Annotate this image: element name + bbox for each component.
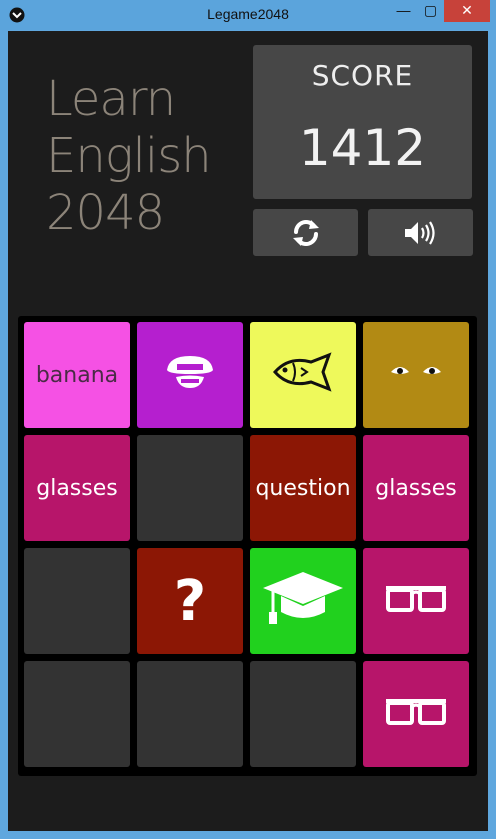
empty-cell [24,661,130,767]
tile: banana [24,322,130,428]
tile [250,548,356,654]
tile: ? [137,548,243,654]
maximize-button[interactable]: ▢ [417,0,444,22]
game-logo: Learn English 2048 [46,71,246,242]
score-value: 1412 [298,119,427,177]
tile [363,661,469,767]
game-area: Learn English 2048 SCORE 1412 banana gla… [8,31,488,831]
tile: glasses [363,435,469,541]
tile-word: question [255,475,351,501]
logo-line-2: English [46,128,212,184]
question-mark-icon: ? [173,568,207,634]
tile: glasses [24,435,130,541]
graduation-cap-icon [261,566,345,636]
mouth-icon [163,350,217,400]
restart-button[interactable] [253,209,358,256]
app-window: Legame2048 — ▢ ✕ Learn English 2048 SCOR… [0,0,496,839]
minimize-button[interactable]: — [390,0,417,22]
glasses-icon [383,691,449,737]
speaker-icon [404,220,435,245]
sound-button[interactable] [368,209,473,256]
title-bar[interactable]: Legame2048 — ▢ ✕ [0,0,496,30]
tile-word: glasses [36,475,118,501]
game-board[interactable]: banana glasses question glasses? [18,316,477,776]
eyes-icon [388,362,444,388]
tile [250,322,356,428]
empty-cell [24,548,130,654]
tile-word: glasses [375,475,457,501]
logo-line-3: 2048 [46,185,165,241]
tile: question [250,435,356,541]
tile-word: banana [35,362,119,388]
tile [363,322,469,428]
glasses-icon [383,578,449,624]
close-button[interactable]: ✕ [444,0,490,22]
empty-cell [137,661,243,767]
logo-line-1: Learn [46,71,176,127]
refresh-icon [292,219,319,246]
empty-cell [137,435,243,541]
score-label: SCORE [311,59,414,92]
fish-icon [271,352,335,398]
score-panel: SCORE 1412 [253,45,472,199]
tile [363,548,469,654]
empty-cell [250,661,356,767]
tile [137,322,243,428]
